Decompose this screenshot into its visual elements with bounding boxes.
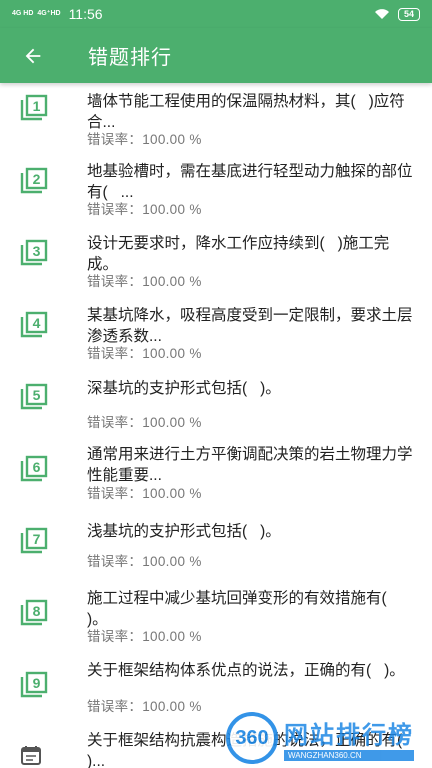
arrow-left-icon [25, 48, 41, 63]
signal-indicator-2: 4G⁺HD [37, 10, 61, 17]
battery-indicator: 54 [397, 7, 420, 21]
svg-text:9: 9 [33, 675, 41, 691]
error-rate: 错误率：100.00 % [87, 486, 202, 501]
app-bar: 错题排行 [0, 28, 432, 83]
rank-number-icon: 1 [19, 94, 49, 122]
page-title: 错题排行 [88, 47, 172, 69]
rank-number-icon: 7 [19, 527, 49, 555]
calendar-icon [19, 743, 49, 768]
watermark-sub-text: WANGZHAN360.CN [284, 750, 414, 761]
watermark: 360 网站排行榜 WANGZHAN360.CN [226, 708, 432, 768]
svg-text:8: 8 [33, 603, 41, 619]
list-item[interactable]: 1 墙体节能工程使用的保温隔热材料，其( )应符合... 错误率：100.00 % [0, 83, 432, 155]
question-title: 关于框架结构体系优点的说法，正确的有( )。 [87, 662, 405, 679]
list-item[interactable]: 8 施工过程中减少基坑回弹变形的有效措施有( )。 错误率：100.00 % [0, 587, 432, 659]
list-item[interactable]: 6 通常用来进行土方平衡调配决策的岩土物理力学性能重要... 错误率：100.00 … [0, 442, 432, 514]
question-title: 深基坑的支护形式包括( )。 [87, 380, 281, 397]
error-rate: 错误率：100.00 % [87, 346, 202, 361]
rank-number-icon: 8 [19, 599, 49, 627]
svg-text:7: 7 [33, 531, 41, 547]
signal-indicator-1: 4G HD [12, 10, 34, 17]
list-item[interactable]: 5 深基坑的支护形式包括( )。 错误率：100.00 % [0, 370, 432, 442]
question-title: 施工过程中减少基坑回弹变形的有效措施有( )。 [87, 590, 400, 628]
watermark-main-text: 网站排行榜 [284, 722, 414, 749]
status-time: 11:56 [68, 6, 103, 22]
error-rate: 错误率：100.00 % [87, 202, 202, 217]
svg-text:5: 5 [33, 387, 41, 403]
question-title: 通常用来进行土方平衡调配决策的岩土物理力学性能重要... [87, 446, 413, 484]
list-item[interactable]: 2 地基验槽时，需在基底进行轻型动力触探的部位有( ... 错误率：100.00 % [0, 154, 432, 226]
question-title: 某基坑降水，吸程高度受到一定限制，要求土层渗透系数... [87, 307, 413, 345]
svg-text:4: 4 [33, 315, 41, 331]
rank-number-icon: 9 [19, 671, 49, 699]
error-rate: 错误率：100.00 % [87, 415, 202, 430]
list-item[interactable]: 7 浅基坑的支护形式包括( )。 错误率：100.00 % [0, 514, 432, 586]
rank-number-icon: 5 [19, 383, 49, 411]
svg-text:1: 1 [33, 98, 41, 114]
question-title: 墙体节能工程使用的保温隔热材料，其( )应符合... [87, 93, 405, 131]
error-rate: 错误率：100.00 % [87, 274, 202, 289]
rank-number-icon: 6 [19, 455, 49, 483]
rank-number-icon: 3 [19, 239, 49, 267]
error-rate: 错误率：100.00 % [87, 554, 202, 569]
svg-text:3: 3 [33, 243, 41, 259]
question-title: 设计无要求时，降水工作应持续到( )施工完成。 [87, 235, 390, 273]
rank-number-icon: 4 [19, 311, 49, 339]
error-rate: 错误率：100.00 % [87, 699, 202, 714]
list-item[interactable]: 4 某基坑降水，吸程高度受到一定限制，要求土层渗透系数... 错误率：100.00 … [0, 298, 432, 370]
error-rate: 错误率：100.00 % [87, 629, 202, 644]
svg-text:6: 6 [33, 459, 41, 475]
question-title: 浅基坑的支护形式包括( )。 [87, 523, 281, 540]
status-bar: 4G HD 4G⁺HD 11:56 54 [0, 0, 432, 28]
question-title: 地基验槽时，需在基底进行轻型动力触探的部位有( ... [87, 163, 413, 201]
rank-number-icon: 2 [19, 167, 49, 195]
back-button[interactable] [0, 28, 66, 83]
watermark-logo: 360 [226, 712, 278, 764]
wifi-icon [374, 9, 389, 19]
svg-text:2: 2 [33, 171, 41, 187]
list-item[interactable]: 3 设计无要求时，降水工作应持续到( )施工完成。 错误率：100.00 % [0, 226, 432, 298]
error-rate: 错误率：100.00 % [87, 132, 202, 147]
